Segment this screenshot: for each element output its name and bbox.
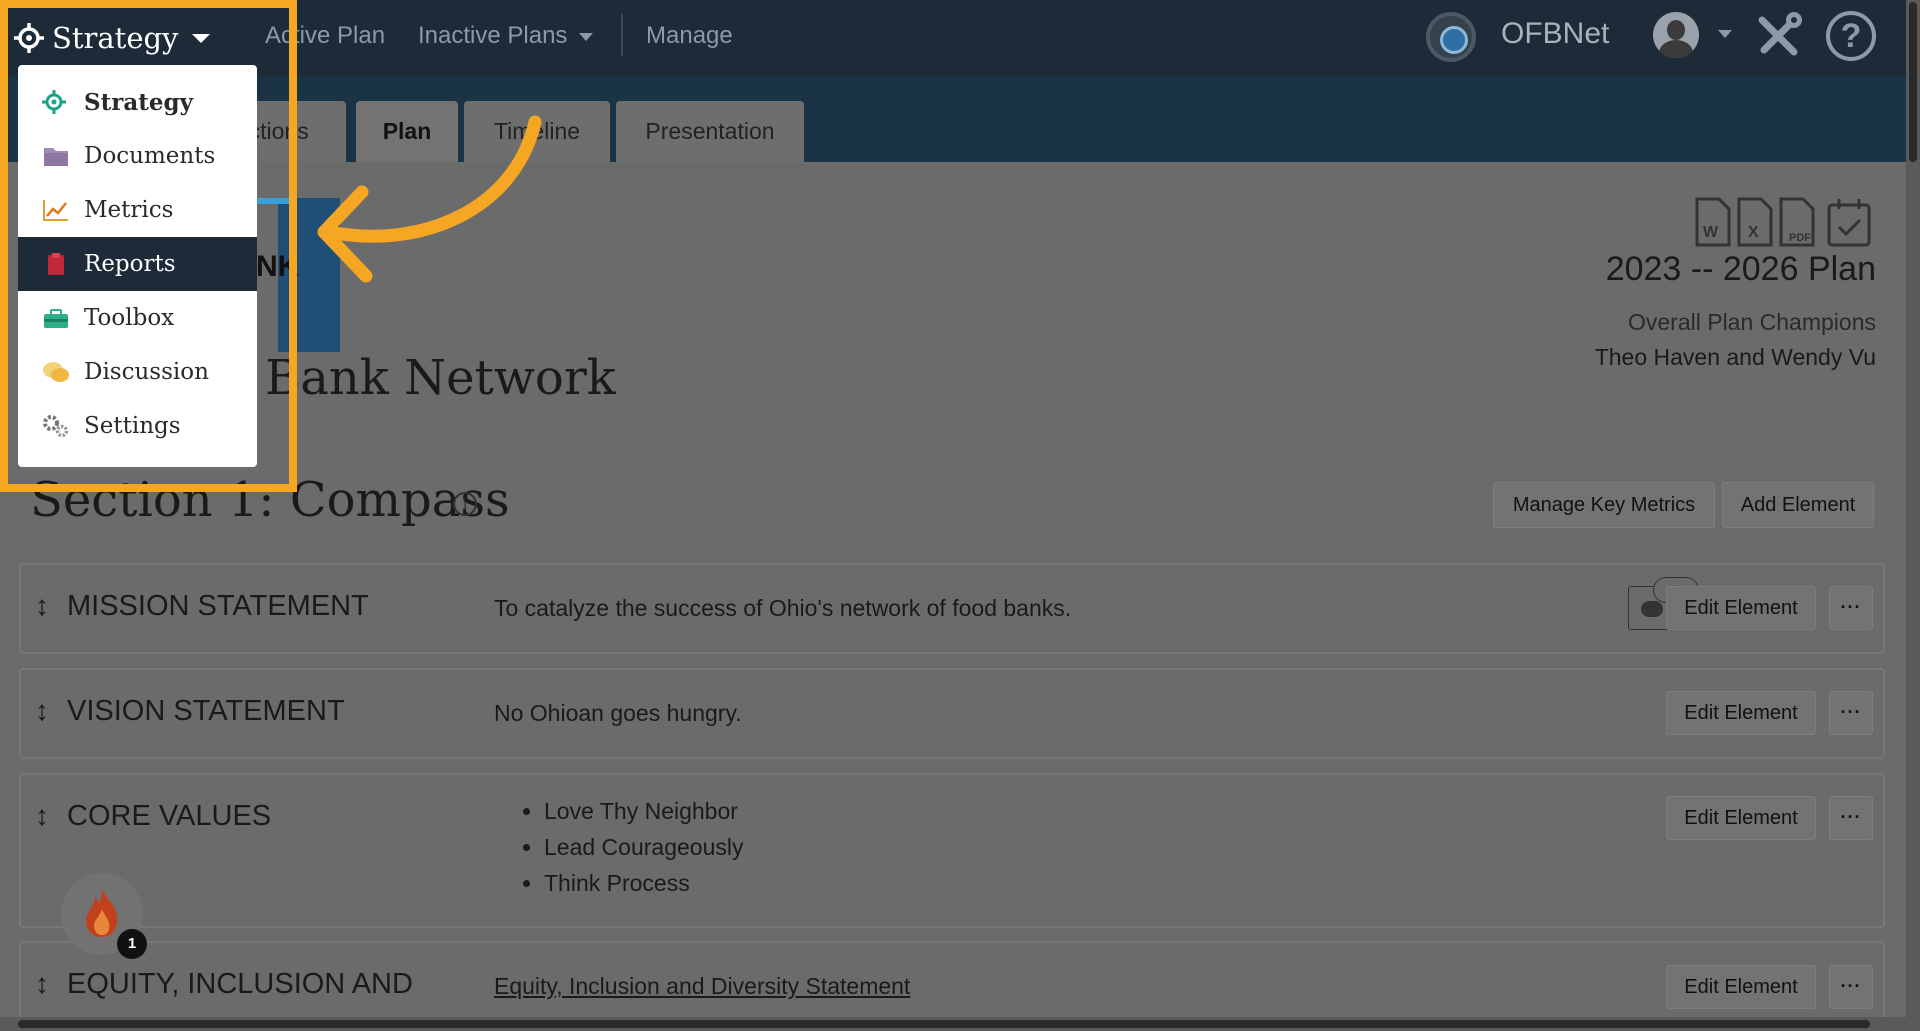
element-label[interactable]: ↕ EQUITY, INCLUSION AND (35, 968, 413, 1001)
menu-item-label: Settings (84, 413, 181, 439)
menu-item-label: Toolbox (84, 305, 175, 331)
svg-text:PDF: PDF (1789, 232, 1811, 244)
nav-inactive-plans-label: Inactive Plans (418, 22, 568, 49)
user-menu-chevron-icon[interactable] (1718, 30, 1732, 38)
menu-item-documents[interactable]: Documents (18, 129, 257, 183)
export-icons: W X PDF (1695, 197, 1871, 247)
horizontal-scrollbar[interactable] (0, 1017, 1906, 1031)
element-card-mission: ↕ MISSION STATEMENT To catalyze the succe… (19, 563, 1885, 654)
plan-champions-label: Overall Plan Champions (1627, 309, 1876, 335)
tab-presentation[interactable]: Presentation (616, 101, 804, 162)
list-item: Love Thy Neighbor (544, 793, 743, 829)
drag-handle-icon[interactable]: ↕ (35, 590, 57, 622)
help-icon[interactable]: ? (1826, 11, 1876, 61)
menu-item-settings[interactable]: Settings (18, 399, 257, 453)
element-card-vision: ↕ VISION STATEMENT No Ohioan goes hungry.… (19, 668, 1885, 759)
clipboard-icon (48, 253, 64, 275)
chevron-down-icon (192, 33, 211, 43)
org-name[interactable]: OFBNet (1501, 17, 1609, 51)
element-label-text: MISSION STATEMENT (67, 590, 369, 622)
edit-element-button[interactable]: Edit Element (1666, 965, 1816, 1009)
plan-year-title: 2023 -- 2026 Plan (1605, 250, 1876, 288)
element-text: To catalyze the success of Ohio's networ… (494, 595, 1072, 621)
menu-item-toolbox[interactable]: Toolbox (18, 291, 257, 345)
menu-item-strategy[interactable]: Strategy (18, 75, 257, 129)
folder-icon (44, 148, 68, 166)
element-label-text: CORE VALUES (67, 800, 272, 832)
edit-element-button[interactable]: Edit Element (1666, 796, 1816, 840)
info-icon[interactable]: i (453, 492, 477, 516)
drag-handle-icon[interactable]: ↕ (35, 695, 57, 727)
chat-bubbles-icon (43, 362, 69, 382)
element-text: No Ohioan goes hungry. (494, 700, 742, 726)
annotation-arrow-icon (317, 115, 542, 283)
strategy-dropdown-menu: Strategy Documents Metrics Reports Toolb… (18, 65, 257, 467)
more-options-button[interactable]: ··· (1829, 796, 1873, 840)
comment-icon (1641, 601, 1663, 617)
strategy-menu-toggle[interactable]: Strategy (14, 18, 211, 58)
nav-inactive-plans[interactable]: Inactive Plans (418, 22, 594, 50)
svg-text:W: W (1703, 224, 1719, 241)
menu-item-label: Metrics (84, 197, 174, 223)
element-card-core-values: ↕ CORE VALUES Love Thy Neighbor Lead Cour… (19, 773, 1885, 928)
element-label-text: VISION STATEMENT (67, 695, 345, 727)
scrollbar-thumb[interactable] (1909, 2, 1917, 162)
user-avatar[interactable] (1653, 12, 1699, 58)
chevron-down-icon (579, 32, 594, 41)
tools-icon[interactable] (1752, 10, 1804, 62)
more-options-button[interactable]: ··· (1829, 691, 1873, 735)
more-options-button[interactable]: ··· (1829, 586, 1873, 630)
org-title: Bank Network (265, 350, 616, 406)
flame-icon (86, 889, 118, 937)
scrollbar-thumb[interactable] (18, 1020, 1870, 1028)
edit-element-button[interactable]: Edit Element (1666, 586, 1816, 630)
menu-item-label: Strategy (84, 88, 193, 116)
gears-icon (43, 415, 69, 438)
menu-item-discussion[interactable]: Discussion (18, 345, 257, 399)
toolbox-icon (44, 309, 68, 328)
nav-divider (621, 14, 623, 56)
list-item: Think Process (544, 865, 743, 901)
drag-handle-icon[interactable]: ↕ (35, 968, 57, 1000)
fire-count-badge: 1 (117, 929, 147, 959)
manage-key-metrics-button[interactable]: Manage Key Metrics (1493, 482, 1715, 528)
menu-item-label: Discussion (84, 359, 209, 385)
vertical-scrollbar[interactable] (1906, 0, 1920, 1031)
element-label[interactable]: ↕ MISSION STATEMENT (35, 590, 369, 623)
list-item: Lead Courageously (544, 829, 743, 865)
core-values-list: Love Thy Neighbor Lead Courageously Thin… (514, 793, 743, 901)
svg-text:X: X (1748, 224, 1759, 241)
line-chart-icon (43, 200, 68, 221)
strategy-menu-label: Strategy (52, 21, 179, 55)
menu-item-label: Reports (84, 251, 176, 277)
menu-item-reports[interactable]: Reports (18, 237, 257, 291)
element-label[interactable]: ↕ CORE VALUES (35, 800, 271, 833)
edit-element-button[interactable]: Edit Element (1666, 691, 1816, 735)
crosshair-icon (42, 90, 66, 114)
nav-manage[interactable]: Manage (646, 22, 733, 50)
add-element-button[interactable]: Add Element (1722, 482, 1874, 528)
crosshair-icon (14, 23, 44, 53)
element-label[interactable]: ↕ VISION STATEMENT (35, 695, 345, 728)
element-label-text: EQUITY, INCLUSION AND (67, 968, 413, 1000)
more-options-button[interactable]: ··· (1829, 965, 1873, 1009)
menu-item-label: Documents (84, 143, 216, 169)
fire-widget[interactable]: 1 (61, 873, 147, 959)
org-logo-icon (1426, 12, 1476, 62)
drag-handle-icon[interactable]: ↕ (35, 800, 57, 832)
plan-champions-names: Theo Haven and Wendy Vu (1594, 344, 1876, 370)
equity-statement-link[interactable]: Equity, Inclusion and Diversity Statemen… (494, 973, 910, 1000)
menu-item-metrics[interactable]: Metrics (18, 183, 257, 237)
